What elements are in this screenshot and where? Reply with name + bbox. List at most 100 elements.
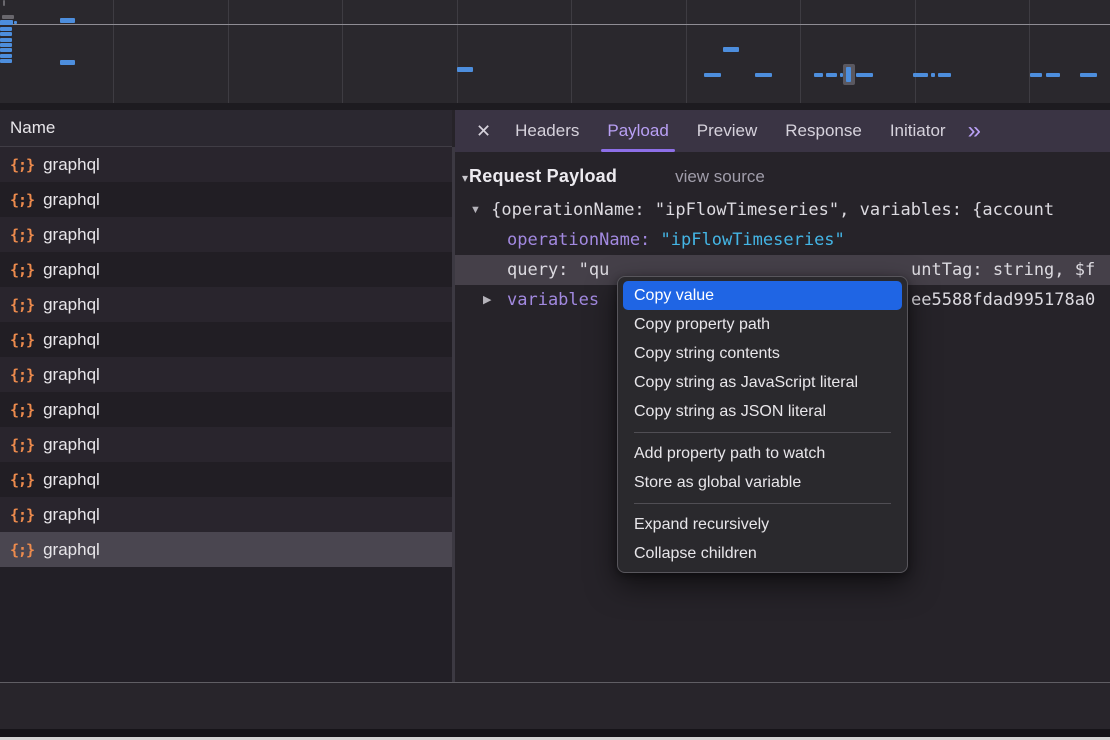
- request-name: graphql: [43, 470, 100, 490]
- menu-item-expand-recursively[interactable]: Expand recursively: [623, 510, 902, 539]
- property-key: variables: [507, 290, 599, 310]
- panel-split-resizer[interactable]: [452, 147, 455, 740]
- overview-gridline: [1029, 0, 1030, 103]
- json-icon: {;}: [10, 226, 34, 244]
- overview-gridline: [686, 0, 687, 103]
- json-icon: {;}: [10, 436, 34, 454]
- request-bar: [856, 73, 873, 77]
- request-bar: [938, 73, 951, 77]
- json-icon: {;}: [10, 296, 34, 314]
- property-value-right-fragment: ee5588fdad995178a0: [911, 285, 1095, 315]
- request-bar: [1080, 73, 1097, 77]
- root-preview-text: {operationName: "ipFlowTimeseries", vari…: [491, 200, 1054, 220]
- tab-preview[interactable]: Preview: [683, 110, 771, 152]
- more-tabs-icon[interactable]: »: [968, 110, 981, 152]
- network-overview-waterfall[interactable]: [0, 0, 1110, 103]
- property-value: "ipFlowTimeseries": [661, 230, 845, 250]
- footer-area: [0, 683, 1110, 729]
- request-bar: [931, 73, 935, 77]
- json-icon: {;}: [10, 401, 34, 419]
- request-bar-muted: [2, 15, 14, 19]
- request-row[interactable]: {;}graphql: [0, 497, 452, 532]
- collapsed-arrow-icon[interactable]: ▶: [483, 285, 491, 315]
- view-source-link[interactable]: view source: [675, 167, 765, 187]
- tab-response[interactable]: Response: [771, 110, 876, 152]
- request-row[interactable]: {;} graphql: [0, 322, 452, 357]
- request-bar: [913, 73, 928, 77]
- context-menu: Copy valueCopy property pathCopy string …: [617, 276, 908, 573]
- json-icon: {;}: [10, 191, 34, 209]
- menu-item-copy-string-as-javascript-literal[interactable]: Copy string as JavaScript literal: [623, 368, 902, 397]
- collapse-triangle-icon[interactable]: ▾: [462, 171, 468, 185]
- request-bar-muted: [3, 0, 5, 6]
- request-name: graphql: [43, 365, 100, 385]
- tab-payload[interactable]: Payload: [593, 110, 682, 152]
- json-icon: {;}: [10, 541, 34, 559]
- request-bar: [814, 73, 823, 77]
- request-bar: [0, 38, 12, 42]
- menu-item-collapse-children[interactable]: Collapse children: [623, 539, 902, 568]
- overview-gridline: [800, 0, 801, 103]
- request-bar: [0, 43, 12, 47]
- json-icon: {;}: [10, 506, 34, 524]
- overview-lane-divider: [0, 24, 1110, 25]
- request-bar: [457, 67, 473, 72]
- request-row[interactable]: {;} graphql: [0, 357, 452, 392]
- overview-gridline: [342, 0, 343, 103]
- request-row[interactable]: {;}graphql: [0, 287, 452, 322]
- request-name: graphql: [43, 260, 100, 280]
- request-row[interactable]: {;} graphql: [0, 182, 452, 217]
- request-row[interactable]: {;}graphql: [0, 147, 452, 182]
- menu-item-copy-value[interactable]: Copy value: [623, 281, 902, 310]
- request-name: graphql: [43, 155, 100, 175]
- menu-separator: [634, 432, 891, 433]
- request-bar: [0, 20, 13, 25]
- section-title: Request Payload: [469, 166, 617, 187]
- menu-item-store-as-global-variable[interactable]: Store as global variable: [623, 468, 902, 497]
- request-bar: [14, 21, 17, 24]
- tab-initiator[interactable]: Initiator: [876, 110, 960, 152]
- request-row[interactable]: {;} graphql: [0, 427, 452, 462]
- request-name: graphql: [43, 330, 100, 350]
- overview-gridline: [571, 0, 572, 103]
- request-row[interactable]: {;} graphql: [0, 392, 452, 427]
- menu-item-copy-string-contents[interactable]: Copy string contents: [623, 339, 902, 368]
- menu-item-add-property-path-to-watch[interactable]: Add property path to watch: [623, 439, 902, 468]
- tab-headers[interactable]: Headers: [501, 110, 593, 152]
- json-icon: {;}: [10, 331, 34, 349]
- overview-gridline: [228, 0, 229, 103]
- request-name: graphql: [43, 190, 100, 210]
- json-icon: {;}: [10, 471, 34, 489]
- request-row[interactable]: {;} graphql: [0, 217, 452, 252]
- selected-request-marker-bar: [846, 67, 851, 82]
- request-name: graphql: [43, 225, 100, 245]
- menu-separator: [634, 503, 891, 504]
- property-key: operationName:: [507, 230, 650, 250]
- tree-row-operation-name[interactable]: operationName: "ipFlowTimeseries": [455, 225, 1110, 255]
- request-name: graphql: [43, 400, 100, 420]
- tree-row-root-preview[interactable]: ▼ {operationName: "ipFlowTimeseries", va…: [455, 195, 1110, 225]
- menu-item-copy-string-as-json-literal[interactable]: Copy string as JSON literal: [623, 397, 902, 426]
- request-bar: [1030, 73, 1042, 77]
- request-row[interactable]: {;} graphql: [0, 252, 452, 287]
- request-bar: [704, 73, 721, 77]
- expanded-arrow-icon[interactable]: ▼: [470, 195, 481, 225]
- request-name: graphql: [43, 435, 100, 455]
- json-icon: {;}: [10, 261, 34, 279]
- request-bar: [0, 59, 12, 63]
- close-icon[interactable]: ✕: [476, 121, 491, 142]
- request-bar: [60, 60, 75, 65]
- request-name: graphql: [43, 540, 100, 560]
- request-bar: [0, 32, 12, 36]
- request-row[interactable]: {;} graphql: [0, 532, 452, 567]
- column-header-name-label: Name: [10, 118, 55, 137]
- property-key: query:: [507, 260, 568, 280]
- overview-gridline: [915, 0, 916, 103]
- json-icon: {;}: [10, 366, 34, 384]
- request-bar: [723, 47, 739, 52]
- property-value-right-fragment: untTag: string, $f: [911, 255, 1095, 285]
- column-header-name[interactable]: Name: [0, 110, 452, 147]
- menu-item-copy-property-path[interactable]: Copy property path: [623, 310, 902, 339]
- request-list: {;} graphql {;} graphql {;} graphql {;} graphql…: [0, 147, 452, 682]
- request-row[interactable]: {;} graphql: [0, 462, 452, 497]
